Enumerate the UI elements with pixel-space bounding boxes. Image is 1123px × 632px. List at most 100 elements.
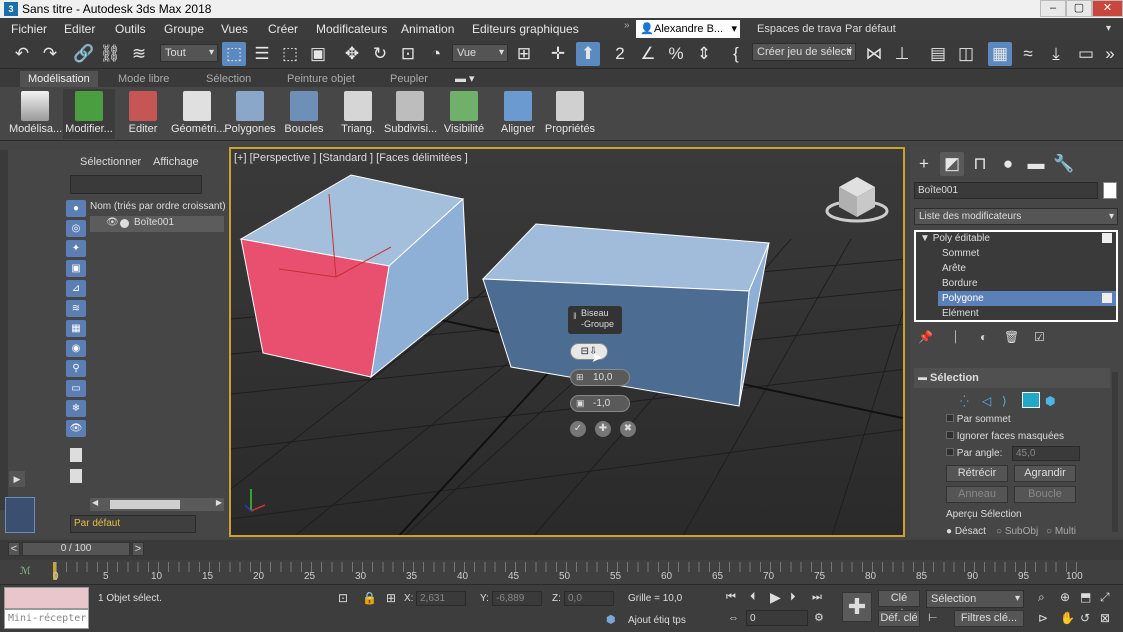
move-icon[interactable]: ✥ (340, 42, 364, 66)
ribbon-modelisation-button[interactable]: Modélisa... (9, 89, 62, 139)
modifier-list-dropdown[interactable]: Liste des modificateurs (914, 208, 1118, 225)
maxscript-listener-top[interactable] (4, 587, 89, 609)
ribbon-boucles-button[interactable]: Boucles (278, 89, 330, 139)
pan-icon[interactable]: ✋ (1060, 611, 1075, 625)
viewport-label[interactable]: [+] [Perspective ] [Standard ] [Faces dé… (234, 152, 468, 164)
go-to-end-icon[interactable]: ⏭ (812, 591, 822, 604)
workspace-dropdown[interactable]: Par défaut (841, 21, 1114, 39)
drag-handle-icon[interactable]: ‖ (573, 311, 577, 322)
display-bones-icon[interactable]: ⚲ (66, 360, 86, 377)
display-tab-icon[interactable]: ▬ (1024, 152, 1048, 176)
selection-filter-dropdown[interactable]: Tout (160, 44, 218, 62)
angle-spinner[interactable]: 45,0 (1012, 446, 1080, 461)
explorer-search-input[interactable] (70, 175, 202, 194)
angle-snap-icon[interactable]: ∠ (636, 42, 660, 66)
caddy-outline-field[interactable]: ▣ -1,0 (570, 395, 630, 412)
vertex-mode-icon[interactable]: ⁛ (960, 395, 969, 408)
menu-groupe[interactable]: Groupe (164, 22, 204, 36)
modify-tab-icon[interactable]: ◩ (940, 152, 964, 176)
remove-modifier-icon[interactable]: 🗑 (1004, 330, 1019, 344)
tab-selection[interactable]: Sélection (198, 71, 259, 87)
edit-named-selections-icon[interactable]: { (724, 42, 748, 66)
scroll-thumb[interactable] (110, 500, 180, 509)
key-filters-button[interactable]: Filtres clé... (954, 610, 1024, 627)
menu-creer[interactable]: Créer (268, 22, 298, 36)
link-icon[interactable]: 🔗 (72, 42, 96, 66)
toolbar-overflow-icon[interactable]: » (1102, 42, 1118, 66)
element-mode-icon[interactable]: ⬢ (1045, 394, 1055, 408)
caddy-cancel-icon[interactable]: ✖ (620, 421, 636, 437)
toggle-ribbon-icon[interactable]: ▦ (988, 42, 1012, 66)
explorer-menu-display[interactable]: Affichage (153, 156, 199, 168)
hierarchy-tab-icon[interactable]: ⊓ (968, 152, 992, 176)
stack-item-polygon[interactable]: Polygone (938, 291, 1116, 306)
mirror-icon[interactable]: ⋈ (862, 42, 886, 66)
scroll-right-icon[interactable]: ▶ (216, 498, 222, 507)
set-key-button[interactable]: Déf. clé (878, 610, 920, 627)
ribbon-geometrie-button[interactable]: Géométri... (171, 89, 225, 139)
preview-multi-radio[interactable]: ○ Multi (1046, 526, 1076, 537)
object-name-field[interactable]: Boîte001 (914, 182, 1098, 199)
menu-outils[interactable]: Outils (115, 22, 146, 36)
time-configuration-icon[interactable]: ⚙ (814, 611, 824, 624)
menu-fichier[interactable]: Fichier (11, 22, 47, 36)
display-xrefs-icon[interactable]: ◉ (66, 340, 86, 357)
show-end-result-icon[interactable]: ⏐ (952, 330, 959, 345)
material-editor-icon[interactable]: ▭ (1074, 42, 1098, 66)
minimize-button[interactable]: – (1040, 0, 1066, 17)
border-mode-icon[interactable]: ⟩ (1002, 394, 1007, 408)
ribbon-aligner-button[interactable]: Aligner (492, 89, 544, 139)
align-icon[interactable]: ⊥ (890, 42, 914, 66)
tab-peinture-objet[interactable]: Peinture objet (279, 71, 363, 87)
display-all-icon[interactable] (70, 448, 82, 462)
explorer-row-boite001[interactable]: 👁 Boîte001 (90, 216, 224, 232)
selection-lock-icon[interactable]: 🔒 (362, 591, 377, 605)
caddy-apply-icon[interactable]: ✚ (595, 421, 611, 437)
ring-button[interactable]: Anneau (946, 486, 1008, 503)
utilities-tab-icon[interactable]: 🔧 (1052, 152, 1076, 176)
close-button[interactable]: ✕ (1092, 0, 1123, 17)
tab-modelisation[interactable]: Modélisation (20, 71, 98, 87)
select-object-icon[interactable]: ⬚ (222, 42, 246, 66)
eye-icon[interactable]: 👁 (106, 217, 119, 228)
create-tab-icon[interactable]: + (912, 152, 936, 176)
configure-modifier-sets-icon[interactable]: ☑ (1034, 330, 1045, 344)
add-time-tag-icon[interactable]: ⬢ (606, 613, 616, 626)
layer-explorer-icon[interactable]: ◫ (954, 42, 978, 66)
keyboard-shortcut-override-icon[interactable]: ⬆ (576, 42, 600, 66)
unlink-icon[interactable]: ⛓ (98, 42, 122, 66)
tab-peupler[interactable]: Peupler (382, 71, 436, 87)
go-to-start-icon[interactable]: ⏮ (726, 591, 736, 604)
polygon-mode-icon[interactable] (1022, 392, 1040, 408)
add-time-tag[interactable]: Ajout étiq tps (628, 615, 686, 626)
rotate-icon[interactable]: ↻ (368, 42, 392, 66)
orbit-icon[interactable]: ↺ (1080, 611, 1090, 625)
placement-icon[interactable]: ◔ (424, 42, 448, 66)
shrink-button[interactable]: Rétrécir (946, 465, 1008, 482)
ribbon-modifier-button[interactable]: Modifier... (63, 89, 115, 139)
preview-subobj-radio[interactable]: ○ SubObj (996, 526, 1038, 537)
expand-arrow-icon[interactable]: ▶ (9, 471, 25, 487)
maximize-viewport-icon[interactable]: ⊠ (1100, 611, 1110, 625)
curve-editor-mini-icon[interactable]: ℳ (20, 566, 31, 577)
menu-modificateurs[interactable]: Modificateurs (316, 22, 387, 36)
menu-animation[interactable]: Animation (401, 22, 454, 36)
pivot-center-icon[interactable]: ⊞ (512, 42, 536, 66)
display-none-icon[interactable] (70, 469, 82, 483)
spinner-snap-icon[interactable]: ⇕ (692, 42, 716, 66)
preview-off-radio[interactable]: ● Désact (946, 526, 986, 537)
display-shapes-icon[interactable]: ◎ (66, 220, 86, 237)
zoom-all-icon[interactable]: ⊕ (1060, 590, 1070, 604)
rectangular-selection-icon[interactable]: ⬚ (278, 42, 302, 66)
default-key-icon[interactable]: ⊢ (928, 611, 938, 624)
absolute-mode-icon[interactable]: ⊞ (386, 591, 396, 605)
by-vertex-checkbox[interactable]: Par sommet (946, 414, 1011, 425)
scroll-left-icon[interactable]: ◀ (92, 498, 98, 507)
toggle-scene-explorer-icon[interactable]: ▤ (926, 42, 950, 66)
field-of-view-icon[interactable]: ⊳ (1038, 611, 1048, 625)
pin-stack-icon[interactable]: 📌 (918, 330, 933, 344)
zoom-extents-icon[interactable]: ⬒ (1080, 590, 1091, 604)
menu-editer[interactable]: Editer (64, 22, 95, 36)
scale-icon[interactable]: ⊡ (396, 42, 420, 66)
display-geometry-icon[interactable]: ● (66, 200, 86, 217)
